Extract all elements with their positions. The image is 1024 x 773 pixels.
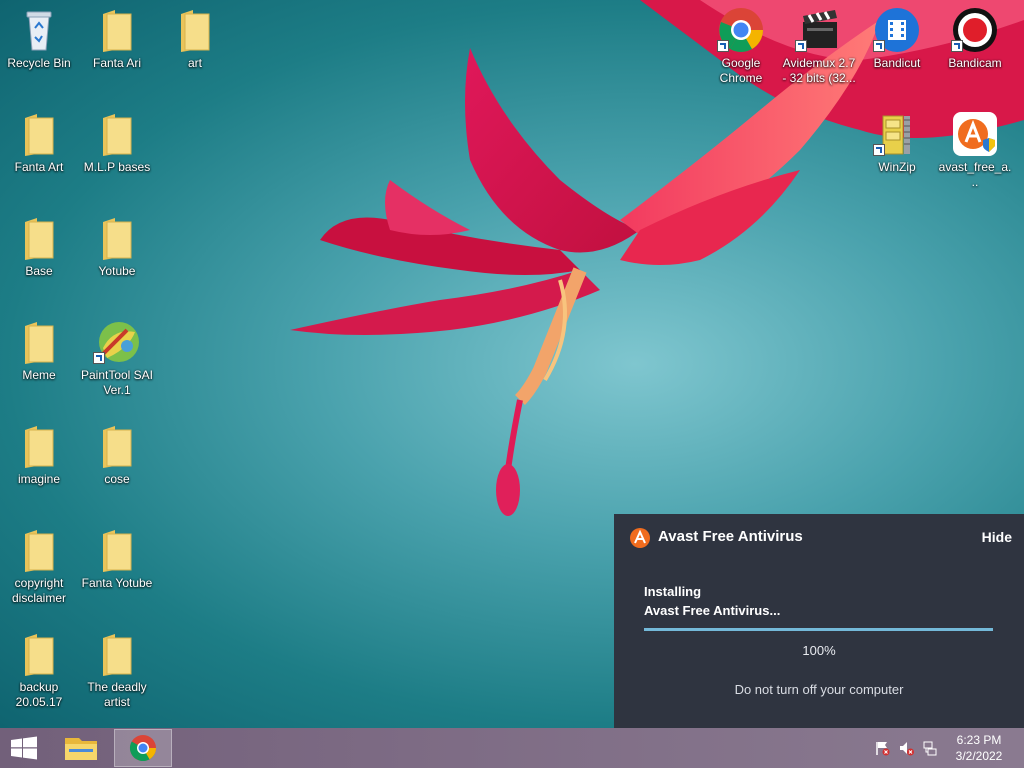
desktop-icon-bandicut[interactable]: Bandicut	[858, 6, 936, 71]
desktop-icon-backup[interactable]: backup 20.05.17	[0, 630, 78, 710]
folder-icon	[93, 6, 141, 54]
shortcut-arrow-icon	[795, 40, 807, 52]
taskbar: 6:23 PM 3/2/2022	[0, 728, 1024, 768]
install-progress-bar	[644, 628, 993, 631]
icon-label: art	[187, 56, 202, 70]
icon-label: Google Chrome	[719, 56, 763, 85]
progress-percent: 100%	[802, 643, 836, 658]
icon-label: Bandicut	[873, 56, 921, 70]
avast-installer-icon	[951, 110, 999, 158]
progress-fill	[644, 628, 993, 631]
avast-install-notification: Avast Free Antivirus Hide Installing Ava…	[614, 514, 1024, 728]
desktop: Recycle Bin Fanta Ari art Fanta Art M.L.…	[0, 0, 1024, 728]
desktop-icon-base[interactable]: Base	[0, 214, 78, 279]
desktop-icon-winzip[interactable]: WinZip	[858, 110, 936, 175]
painttool-sai-icon	[93, 318, 141, 366]
folder-icon	[15, 110, 63, 158]
icon-label: avast_free_a...	[938, 160, 1012, 189]
desktop-icon-the-deadly-artist[interactable]: The deadly artist	[78, 630, 156, 710]
desktop-icon-copyright-disclaimer[interactable]: copyright disclaimer	[0, 526, 78, 606]
desktop-icon-cose[interactable]: cose	[78, 422, 156, 487]
desktop-icon-art[interactable]: art	[156, 6, 234, 71]
action-center-flag-icon[interactable]	[874, 740, 890, 756]
desktop-icon-avidemux[interactable]: Avidemux 2.7 - 32 bits (32...	[780, 6, 858, 86]
folder-icon	[15, 526, 63, 574]
status-line-1: Installing	[644, 584, 702, 599]
desktop-icon-mlp-bases[interactable]: M.L.P bases	[78, 110, 156, 175]
desktop-icon-fanta-ari[interactable]: Fanta Ari	[78, 6, 156, 71]
folder-icon	[93, 630, 141, 678]
shortcut-arrow-icon	[951, 40, 963, 52]
avidemux-icon	[795, 6, 843, 54]
icon-label: cose	[104, 472, 130, 486]
winzip-icon	[873, 110, 921, 158]
icon-label: copyright disclaimer	[11, 576, 66, 605]
windows-logo-icon	[11, 736, 37, 760]
chrome-icon	[717, 6, 765, 54]
shortcut-arrow-icon	[873, 144, 885, 156]
icon-label: Recycle Bin	[7, 56, 71, 70]
desktop-icon-meme[interactable]: Meme	[0, 318, 78, 383]
icon-label: The deadly artist	[87, 680, 147, 709]
icon-label: imagine	[17, 472, 61, 486]
recycle-bin-icon	[15, 6, 63, 54]
start-button[interactable]	[0, 728, 48, 768]
notification-header: Avast Free Antivirus Hide	[630, 524, 1012, 554]
folder-icon	[93, 214, 141, 262]
desktop-icon-bandicam[interactable]: Bandicam	[936, 6, 1014, 71]
shortcut-arrow-icon	[717, 40, 729, 52]
hide-button[interactable]: Hide	[982, 529, 1012, 545]
bandicut-icon	[873, 6, 921, 54]
folder-icon	[93, 526, 141, 574]
desktop-icon-fanta-yotube[interactable]: Fanta Yotube	[78, 526, 156, 591]
icon-label: Fanta Yotube	[81, 576, 153, 590]
volume-muted-icon[interactable]	[898, 740, 914, 756]
avast-logo-icon	[630, 528, 650, 548]
desktop-icon-recycle-bin[interactable]: Recycle Bin	[0, 6, 78, 71]
icon-label: PaintTool SAI Ver.1	[80, 368, 154, 397]
folder-icon	[93, 110, 141, 158]
status-line-2: Avast Free Antivirus...	[644, 603, 781, 618]
icon-label: backup 20.05.17	[15, 680, 63, 709]
icon-label: WinZip	[878, 160, 916, 174]
icon-label: Fanta Ari	[92, 56, 142, 70]
desktop-icon-yotube[interactable]: Yotube	[78, 214, 156, 279]
chrome-icon	[129, 735, 157, 762]
folder-icon	[171, 6, 219, 54]
install-status: Installing Avast Free Antivirus...	[644, 582, 780, 620]
icon-label: Avidemux 2.7 - 32 bits (32...	[782, 56, 856, 85]
system-clock[interactable]: 6:23 PM 3/2/2022	[948, 732, 1010, 764]
shutdown-warning: Do not turn off your computer	[734, 682, 904, 697]
desktop-icon-imagine[interactable]: imagine	[0, 422, 78, 487]
desktop-icon-avast-installer[interactable]: avast_free_a...	[936, 110, 1014, 190]
icon-label: M.L.P bases	[83, 160, 151, 174]
clock-time: 6:23 PM	[956, 733, 1002, 747]
shortcut-arrow-icon	[873, 40, 885, 52]
taskbar-google-chrome[interactable]	[114, 729, 172, 767]
folder-icon	[15, 630, 63, 678]
folder-icon	[15, 318, 63, 366]
bandicam-icon	[951, 6, 999, 54]
folder-icon	[15, 422, 63, 470]
icon-label: Fanta Art	[14, 160, 64, 174]
desktop-icon-google-chrome[interactable]: Google Chrome	[702, 6, 780, 86]
notification-title: Avast Free Antivirus	[658, 528, 803, 545]
desktop-icon-painttool-sai[interactable]: PaintTool SAI Ver.1	[78, 318, 156, 398]
folder-icon	[15, 214, 63, 262]
icon-label: Meme	[22, 368, 56, 382]
icon-label: Base	[25, 264, 53, 278]
desktop-icon-fanta-art[interactable]: Fanta Art	[0, 110, 78, 175]
taskbar-file-explorer[interactable]	[52, 729, 110, 767]
file-explorer-icon	[65, 738, 97, 760]
shortcut-arrow-icon	[93, 352, 105, 364]
icon-label: Yotube	[98, 264, 136, 278]
icon-label: Bandicam	[948, 56, 1002, 70]
network-icon[interactable]	[922, 740, 938, 756]
folder-icon	[93, 422, 141, 470]
clock-date: 3/2/2022	[955, 749, 1003, 763]
